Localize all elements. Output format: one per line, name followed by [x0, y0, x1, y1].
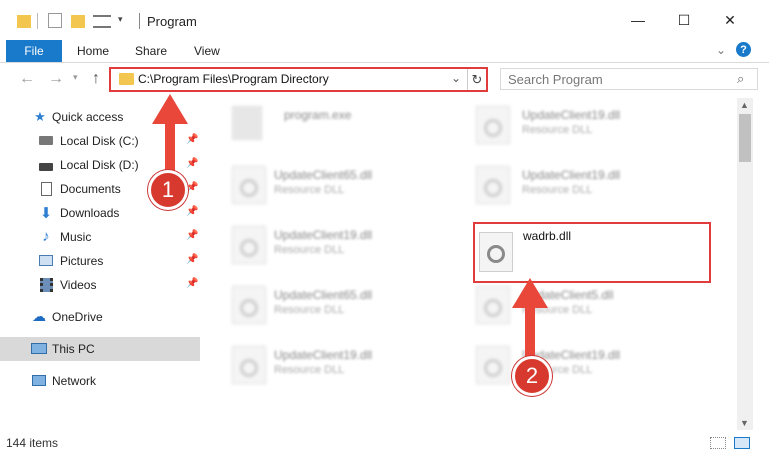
sidebar-item-pictures[interactable]: Pictures 📌 [0, 250, 200, 272]
dll-file-icon [232, 346, 266, 384]
file-item[interactable]: UpdateClient65.dll Resource DLL [228, 284, 458, 334]
cloud-icon: ☁ [32, 308, 46, 324]
file-item[interactable]: UpdateClient65.dll Resource DLL [228, 164, 458, 214]
scroll-up-icon[interactable]: ▲ [740, 100, 749, 110]
large-icons-view-icon[interactable] [734, 437, 750, 449]
file-item[interactable]: UpdateClient5.dll Resource DLL [472, 284, 702, 334]
sidebar-item-music[interactable]: ♪ Music 📌 [0, 226, 200, 248]
qa-separator [37, 13, 38, 29]
help-icon[interactable]: ? [736, 42, 751, 57]
details-view-icon[interactable] [710, 437, 726, 449]
dll-file-icon [232, 166, 266, 204]
window-title: Program [147, 14, 197, 29]
drive-icon [38, 133, 54, 148]
title-separator [139, 13, 140, 29]
videos-icon [38, 277, 54, 292]
refresh-icon[interactable]: ↻ [467, 69, 486, 90]
arrow-head-icon [152, 94, 188, 124]
ribbon-tabs: File Home Share View ⌄ ? [0, 40, 769, 62]
tab-file[interactable]: File [6, 40, 62, 62]
search-placeholder: Search Program [508, 72, 603, 87]
vertical-scrollbar[interactable]: ▲ ▼ [737, 98, 753, 430]
folder-icon [119, 73, 134, 85]
title-bar: ▾ Program — ☐ ✕ [0, 0, 769, 40]
scrollbar-thumb[interactable] [739, 114, 751, 162]
minimize-button[interactable]: — [615, 0, 661, 40]
ribbon-divider [0, 62, 769, 63]
arrow-head-icon [512, 278, 548, 308]
pin-icon[interactable]: 📌 [186, 158, 198, 169]
sidebar-item-videos[interactable]: Videos 📌 [0, 274, 200, 296]
star-icon: ★ [34, 108, 46, 124]
tab-home[interactable]: Home [77, 44, 109, 58]
dll-file-icon [476, 166, 510, 204]
sidebar-item-onedrive[interactable]: ☁ OneDrive [0, 306, 200, 328]
sidebar-item-this-pc[interactable]: This PC [0, 337, 200, 361]
file-item[interactable]: UpdateClient19.dll Resource DLL [228, 224, 458, 274]
dll-file-icon [476, 286, 510, 324]
dll-file-icon [232, 286, 266, 324]
music-icon: ♪ [42, 228, 50, 245]
file-item[interactable]: UpdateClient19.dll Resource DLL [228, 344, 458, 394]
tab-view[interactable]: View [194, 44, 220, 58]
folder-icon [17, 15, 31, 28]
tab-share[interactable]: Share [135, 44, 167, 58]
target-file-highlight[interactable]: wadrb.dll [473, 222, 711, 283]
download-icon: ⬇ [39, 204, 53, 222]
up-arrow-icon[interactable]: ↑ [92, 70, 100, 88]
dll-file-icon [232, 226, 266, 264]
step-badge-2: 2 [512, 356, 552, 396]
pin-icon[interactable]: 📌 [186, 278, 198, 289]
address-bar[interactable]: C:\Program Files\Program Directory ⌄ ↻ [109, 67, 488, 92]
file-name-wadrb: wadrb.dll [523, 229, 572, 243]
documents-icon [38, 181, 54, 196]
customize-toolbar-icon[interactable] [93, 15, 111, 28]
forward-arrow-icon[interactable]: → [48, 70, 64, 88]
exe-file-icon [232, 106, 262, 140]
address-dropdown-icon[interactable]: ⌄ [451, 71, 461, 85]
dll-file-icon [476, 346, 510, 384]
pictures-icon [38, 253, 54, 268]
properties-icon[interactable] [48, 13, 62, 28]
step-badge-1: 1 [148, 170, 188, 210]
search-icon[interactable]: ⌕ [737, 71, 744, 87]
pin-icon[interactable]: 📌 [186, 230, 198, 241]
dll-file-icon [479, 232, 513, 272]
address-path: C:\Program Files\Program Directory [138, 72, 329, 86]
new-folder-icon[interactable] [71, 15, 85, 28]
maximize-button[interactable]: ☐ [661, 0, 707, 40]
search-input[interactable]: Search Program ⌕ [500, 68, 758, 90]
network-icon [31, 373, 47, 388]
file-item[interactable]: UpdateClient19.dll Resource DLL [472, 344, 702, 394]
back-arrow-icon[interactable]: ← [19, 70, 35, 88]
item-count: 144 items [6, 436, 59, 450]
chevron-down-icon[interactable]: ▾ [118, 14, 123, 30]
expand-ribbon-icon[interactable]: ⌄ [716, 43, 726, 57]
pin-icon[interactable]: 📌 [186, 134, 198, 145]
file-item[interactable]: UpdateClient19.dll Resource DLL [472, 164, 702, 214]
pin-icon[interactable]: 📌 [186, 254, 198, 265]
dll-file-icon [476, 106, 510, 144]
drive-icon [38, 157, 54, 172]
sidebar-item-network[interactable]: Network [0, 370, 200, 392]
file-item[interactable]: UpdateClient19.dll Resource DLL [472, 104, 702, 154]
pc-icon [31, 341, 47, 356]
recent-locations-icon[interactable]: ▾ [73, 72, 78, 83]
pin-icon[interactable]: 📌 [186, 206, 198, 217]
close-button[interactable]: ✕ [707, 0, 753, 40]
scroll-down-icon[interactable]: ▼ [740, 418, 749, 428]
file-item[interactable]: program.exe [228, 104, 458, 154]
